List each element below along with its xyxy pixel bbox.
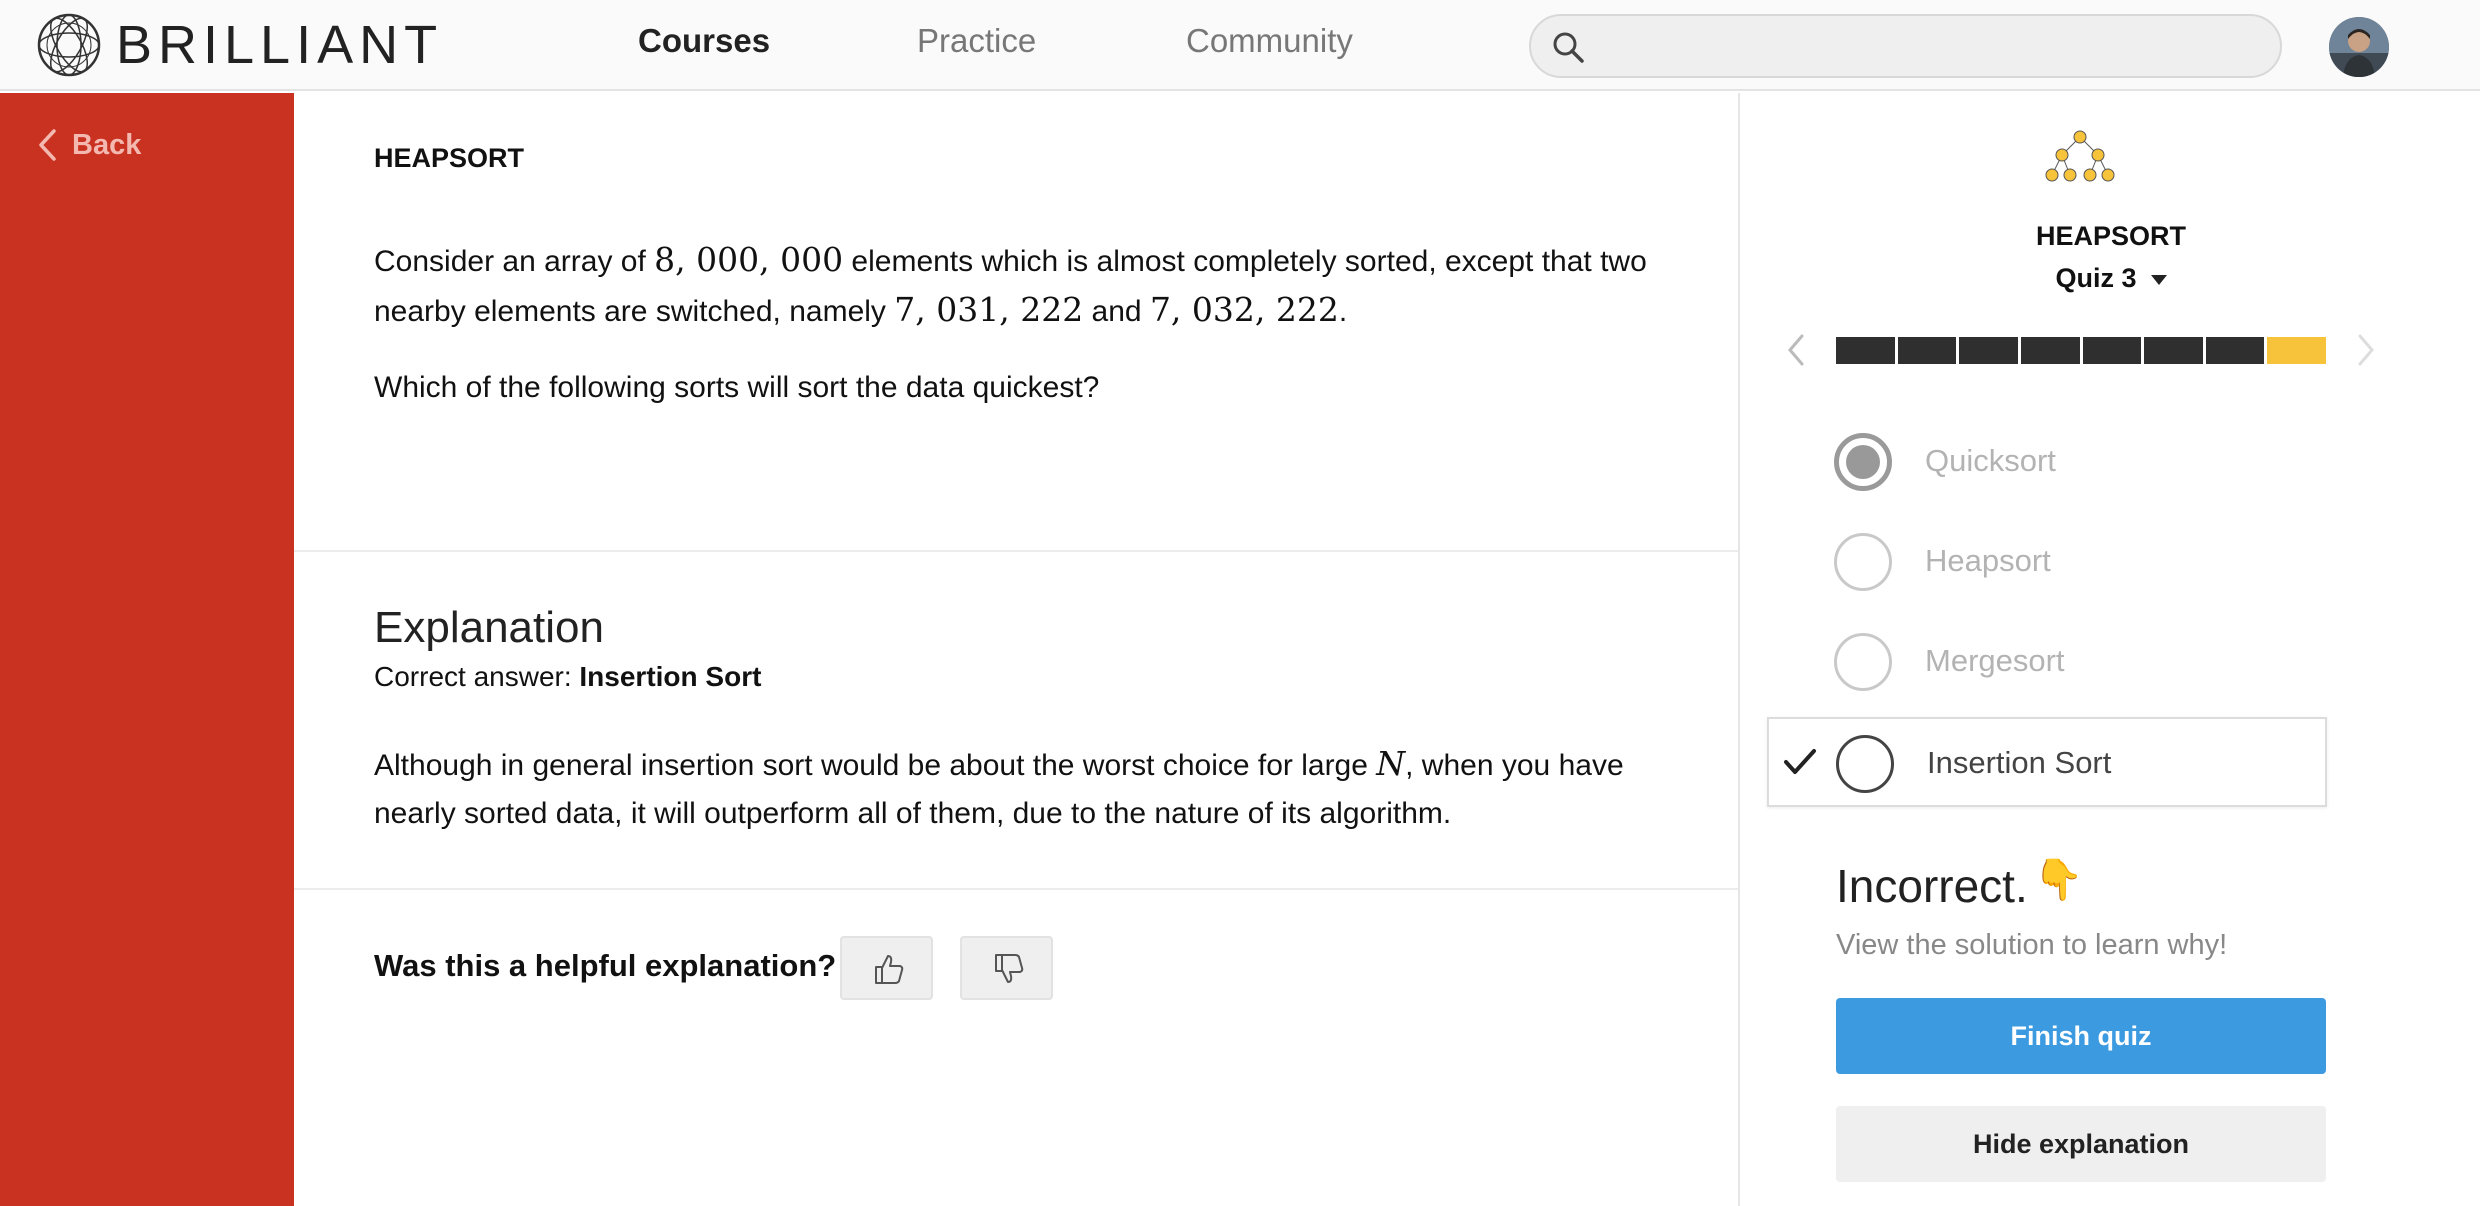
progress-segment	[1836, 337, 1895, 364]
radio-button[interactable]	[1834, 633, 1892, 691]
progress-segment	[2205, 337, 2265, 364]
result-heading: Incorrect. 👇	[1836, 857, 2084, 913]
progress-segment	[2020, 337, 2080, 364]
avatar-image-icon	[2329, 17, 2389, 77]
brand-name: BRILLIANT	[116, 15, 444, 75]
back-label: Back	[72, 128, 142, 161]
problem-question: Which of the following sorts will sort t…	[374, 371, 1100, 404]
choice-label: Insertion Sort	[1927, 745, 2112, 780]
choice-label: Heapsort	[1925, 543, 2051, 578]
section-divider	[294, 888, 1738, 890]
problem-statement: Consider an array of 8, 000, 000 element…	[374, 236, 1694, 336]
choice-quicksort[interactable]: Quicksort	[1767, 417, 2327, 507]
feedback-prompt: Was this a helpful explanation?	[374, 948, 837, 983]
problem-text-1: Consider an array of	[374, 245, 655, 278]
progress-segment	[1959, 337, 2018, 364]
explanation-title: Explanation	[374, 603, 604, 652]
nav-practice[interactable]: Practice	[917, 22, 1036, 60]
correct-answer-prefix: Correct answer:	[374, 661, 580, 692]
search-icon	[1553, 32, 1584, 63]
radio-selected[interactable]	[1834, 433, 1892, 491]
back-button[interactable]: Back	[36, 127, 141, 163]
result-title: Incorrect.	[1836, 860, 2028, 912]
problem-content: HEAPSORT Consider an array of 8, 000, 00…	[294, 93, 1738, 1206]
choice-label: Quicksort	[1925, 443, 2056, 478]
quiz-panel: HEAPSORT Quiz 3 Quicksort Heapsort Merge…	[1738, 93, 2480, 1206]
explanation-text: Although in general insertion sort would…	[374, 740, 1694, 838]
progress-segment	[2082, 337, 2142, 364]
section-divider	[294, 550, 1738, 552]
search-input[interactable]	[1601, 24, 2261, 68]
progress-segment	[2144, 337, 2203, 364]
brilliant-logo[interactable]: BRILLIANT	[36, 10, 443, 80]
caret-down-icon	[2150, 274, 2167, 285]
next-chevron-icon[interactable]	[2356, 333, 2376, 367]
thumbs-up-button[interactable]	[840, 936, 933, 1000]
heap-tree-icon	[2045, 130, 2115, 182]
thumbs-down-icon	[995, 954, 1024, 983]
choice-heapsort[interactable]: Heapsort	[1767, 517, 2327, 607]
math-array-size: 8, 000, 000	[654, 240, 844, 279]
math-n: N	[1376, 744, 1406, 783]
left-sidebar: Back	[0, 93, 294, 1206]
thumbs-up-icon	[875, 955, 904, 984]
finish-quiz-button[interactable]: Finish quiz	[1836, 998, 2326, 1074]
choice-insertion-sort[interactable]: Insertion Sort	[1767, 717, 2327, 807]
quiz-course-title: HEAPSORT	[2035, 221, 2187, 251]
logo-sphere-icon	[37, 13, 101, 77]
nav-community[interactable]: Community	[1186, 22, 1353, 60]
course-title: HEAPSORT	[374, 143, 525, 173]
pointing-down-icon: 👇	[2033, 857, 2084, 902]
correct-answer-value: Insertion Sort	[579, 661, 762, 692]
problem-text-4: .	[1338, 295, 1348, 328]
quiz-progress-bar	[1836, 337, 2326, 364]
math-element-a: 7, 031, 222	[894, 290, 1084, 329]
progress-segment	[1897, 337, 1957, 364]
quiz-selector[interactable]: Quiz 3	[1740, 263, 2480, 294]
quiz-label: Quiz 3	[2055, 263, 2137, 293]
result-hint: View the solution to learn why!	[1836, 929, 2228, 961]
chevron-left-icon	[39, 129, 56, 161]
progress-segment	[2267, 337, 2326, 364]
math-element-b: 7, 032, 222	[1149, 290, 1339, 329]
choice-label: Mergesort	[1925, 643, 2065, 678]
user-avatar[interactable]	[2329, 17, 2389, 77]
explanation-text-1: Although in general insertion sort would…	[374, 749, 1377, 782]
checkmark-icon	[1784, 749, 1816, 774]
correct-answer-line: Correct answer: Insertion Sort	[374, 661, 761, 693]
prev-chevron-icon[interactable]	[1786, 333, 1806, 367]
radio-button[interactable]	[1834, 533, 1892, 591]
radio-button[interactable]	[1836, 735, 1894, 793]
hide-explanation-button[interactable]: Hide explanation	[1836, 1106, 2326, 1182]
thumbs-down-button[interactable]	[960, 936, 1053, 1000]
top-navbar: BRILLIANT Courses Practice Community	[0, 0, 2480, 91]
problem-text-3: and	[1083, 295, 1150, 328]
search-bar[interactable]	[1529, 14, 2282, 78]
nav-courses[interactable]: Courses	[638, 22, 770, 60]
choice-mergesort[interactable]: Mergesort	[1767, 617, 2327, 707]
